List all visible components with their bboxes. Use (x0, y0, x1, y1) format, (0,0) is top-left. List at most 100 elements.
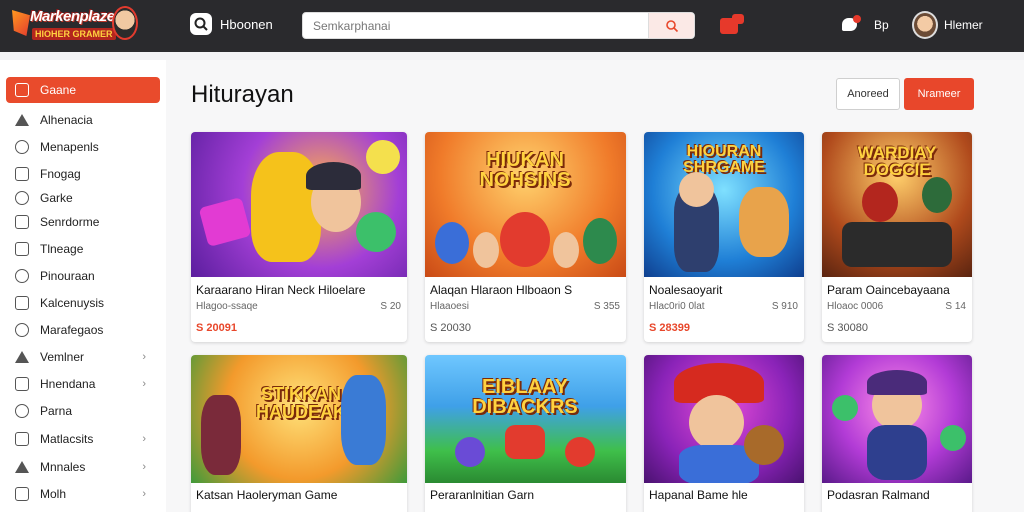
sidebar-item[interactable]: Kalcenuysis (6, 290, 160, 316)
top-bar: Markenplaze HIOHER GRAMER Hboonen Bp Hle… (0, 0, 1024, 52)
chevron-right-icon: › (142, 351, 146, 363)
sidebar-item[interactable]: Marafegaos (6, 317, 160, 343)
sidebar-item-label: Parna (40, 404, 73, 418)
chevron-right-icon: › (142, 488, 146, 500)
comment-icon (15, 269, 29, 283)
game-thumbnail[interactable] (644, 355, 804, 483)
sidebar-item-label: Pinouraan (40, 269, 95, 283)
game-thumbnail[interactable] (191, 132, 407, 277)
sidebar-item-label: Marafegaos (40, 323, 104, 337)
folder-icon (15, 377, 29, 391)
sidebar-item-label: Senrdorme (40, 215, 100, 229)
sidebar-item[interactable]: Parna (6, 398, 160, 424)
game-card[interactable]: WARDIAY DOGCIE Param Oaincebayaana Hloao… (822, 132, 972, 342)
notification-label[interactable]: Bp (874, 18, 889, 32)
sidebar-item[interactable]: Menapenls (6, 134, 160, 160)
sidebar-item[interactable]: Tlneage (6, 236, 160, 262)
sidebar-item[interactable]: Matlacsits › (6, 426, 160, 452)
thumbnail-headline: WARDIAY DOGCIE (857, 143, 937, 179)
sidebar-item-label: Tlneage (40, 242, 84, 256)
thumbnail-headline: EIBLAAY DIBACKRS (472, 376, 578, 418)
logo-title: Markenplaze (30, 8, 115, 25)
search-submit-button[interactable] (648, 13, 694, 38)
chevron-right-icon: › (142, 433, 146, 445)
thumbnail-headline: HIOURAN SHRGAME (683, 143, 765, 176)
chevron-right-icon: › (142, 461, 146, 473)
sidebar-item[interactable]: Mnnales › (6, 454, 160, 480)
chat-icon[interactable] (842, 15, 862, 35)
game-card[interactable]: Hapanal Bame hle (644, 355, 804, 512)
logo-mascot-icon (112, 6, 138, 40)
settings-icon (15, 323, 29, 337)
magnifier-icon (665, 19, 678, 32)
folder-icon (15, 83, 29, 97)
calendar-icon (15, 215, 29, 229)
clock-icon (15, 404, 29, 418)
card-price: S 28399 (649, 322, 690, 334)
card-title[interactable]: Alaqan Hlaraon Hlboaon S (430, 283, 572, 297)
sidebar-item-label: Mnnales (40, 460, 86, 474)
home-icon (15, 114, 29, 126)
card-title[interactable]: Podasran Ralmand (827, 488, 930, 502)
sidebar-item[interactable]: Senrdorme (6, 209, 160, 235)
game-thumbnail[interactable] (822, 355, 972, 483)
card-title[interactable]: Katsan Haoleryman Game (196, 488, 337, 502)
game-thumbnail[interactable]: STIKKAN HAUDEAK (191, 355, 407, 483)
thumbnail-headline: HIUKAN NOHSINS (479, 149, 571, 191)
user-avatar[interactable] (912, 11, 938, 39)
card-title[interactable]: Noalesaoyarit (649, 283, 722, 297)
card-count: S 910 (771, 301, 798, 312)
game-card[interactable]: EIBLAAY DIBACKRS Peraranlnitian Garn (425, 355, 626, 512)
game-thumbnail[interactable]: WARDIAY DOGCIE (822, 132, 972, 277)
game-card[interactable]: Podasran Ralmand (822, 355, 972, 512)
sidebar-item[interactable]: Hnendana › (6, 371, 160, 397)
home-icon (15, 461, 29, 473)
search-label[interactable]: Hboonen (220, 17, 273, 32)
game-thumbnail[interactable]: HIUKAN NOHSINS (425, 132, 626, 277)
game-thumbnail[interactable]: HIOURAN SHRGAME (644, 132, 804, 277)
cart-badge (732, 14, 744, 24)
document-icon (15, 296, 29, 310)
card-title[interactable]: Karaarano Hiran Neck Hiloelare (196, 283, 365, 297)
sidebar-item[interactable]: Alhenacia (6, 107, 160, 133)
sidebar-item-label: Gaane (40, 83, 77, 97)
game-card[interactable]: Karaarano Hiran Neck Hiloelare Hlagoo-ss… (191, 132, 407, 342)
game-card[interactable]: STIKKAN HAUDEAK Katsan Haoleryman Game (191, 355, 407, 512)
sidebar-item[interactable]: Molh › (6, 481, 160, 507)
game-card[interactable]: HIUKAN NOHSINS Alaqan Hlaraon Hlboaon S … (425, 132, 626, 342)
sidebar-item[interactable]: Vemlner › (6, 344, 160, 370)
search-bar (302, 12, 695, 39)
sidebar-item[interactable]: Pinouraan (6, 263, 160, 289)
cart-icon[interactable] (720, 14, 744, 36)
card-title[interactable]: Peraranlnitian Garn (430, 488, 534, 502)
search-icon[interactable] (190, 13, 212, 35)
sidebar: Gaane Alhenacia Menapenls Fnogag Garke S… (0, 60, 166, 512)
notification-dot (853, 15, 861, 23)
card-title[interactable]: Hapanal Bame hle (649, 488, 748, 502)
sidebar-item-label: Menapenls (40, 140, 99, 154)
list-icon (15, 167, 29, 181)
document-icon (15, 242, 29, 256)
sidebar-item-label: Garke (40, 191, 73, 205)
card-title[interactable]: Param Oaincebayaana (827, 283, 950, 297)
chat-icon (15, 140, 29, 154)
sidebar-item[interactable]: Garke (6, 185, 160, 211)
card-price: S 30080 (827, 322, 868, 334)
image-icon (15, 487, 29, 501)
sidebar-item-games[interactable]: Gaane (6, 77, 160, 103)
sidebar-item[interactable]: Fnogag (6, 161, 160, 187)
card-meta: Hlagoo-ssaqe (196, 301, 258, 312)
game-thumbnail[interactable]: EIBLAAY DIBACKRS (425, 355, 626, 483)
sidebar-item-label: Fnogag (40, 167, 81, 181)
game-card[interactable]: HIOURAN SHRGAME Noalesaoyarit Hlac0ri0 0… (644, 132, 804, 342)
user-name[interactable]: Hlemer (944, 18, 983, 32)
home-icon (15, 351, 29, 363)
sidebar-item-label: Matlacsits (40, 432, 94, 446)
marketplace-logo[interactable]: Markenplaze HIOHER GRAMER (12, 6, 138, 46)
chevron-right-icon: › (142, 378, 146, 390)
page-title: Hiturayan (191, 81, 294, 108)
search-input[interactable] (303, 13, 651, 38)
secondary-button[interactable]: Anoreed (836, 78, 900, 110)
card-count: S 355 (593, 301, 620, 312)
primary-button[interactable]: Nrameer (904, 78, 974, 110)
